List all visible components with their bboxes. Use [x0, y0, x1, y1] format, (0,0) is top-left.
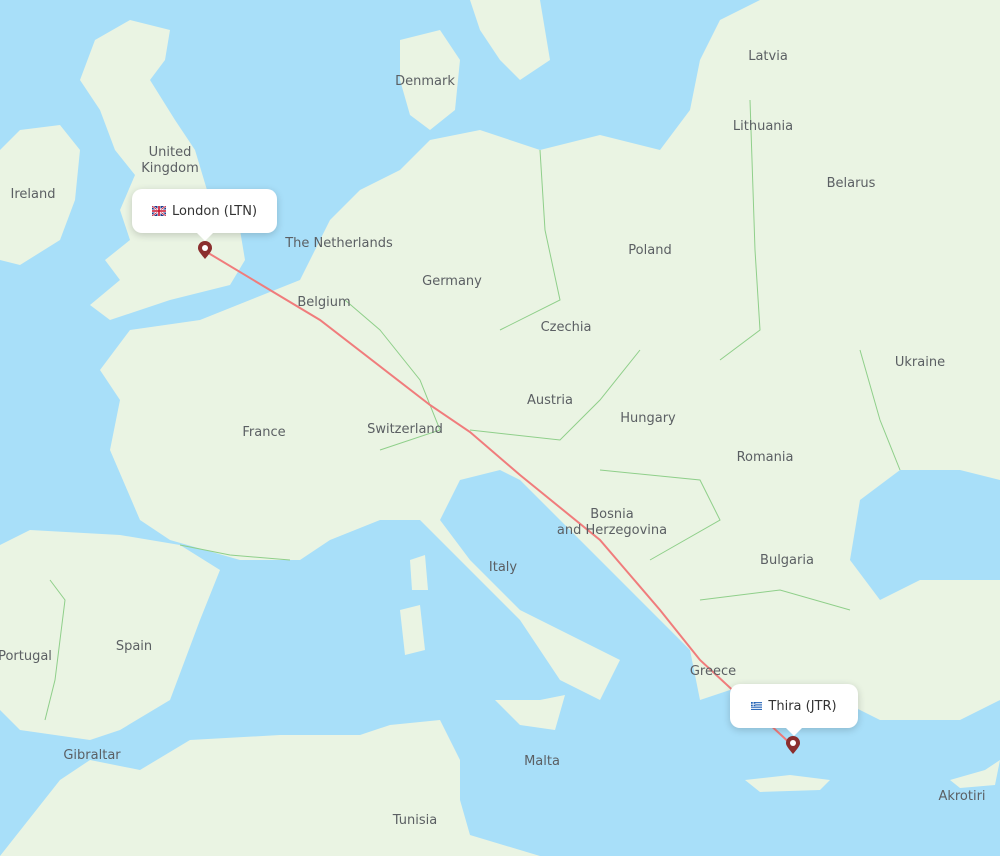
origin-airport-popup[interactable]: London (LTN) — [132, 189, 277, 241]
country-label-bosnia: Bosnia and Herzegovina — [556, 507, 668, 538]
country-label-portugal: Portugal — [0, 649, 52, 664]
destination-airport-popup[interactable]: Thira (JTR) — [730, 684, 858, 736]
origin-airport-label: London (LTN) — [171, 203, 258, 219]
country-label-malta: Malta — [524, 754, 560, 769]
country-label-netherlands: The Netherlands — [285, 236, 393, 251]
country-label-denmark: Denmark — [395, 74, 455, 89]
destination-airport-label: Thira (JTR) — [768, 698, 837, 714]
country-label-italy: Italy — [488, 560, 518, 575]
country-label-belgium: Belgium — [297, 295, 351, 310]
country-label-france: France — [242, 425, 286, 440]
country-label-greece: Greece — [689, 664, 737, 679]
country-label-austria: Austria — [527, 393, 573, 408]
country-label-switzerland: Switzerland — [367, 422, 443, 437]
country-label-poland: Poland — [628, 243, 672, 258]
country-label-belarus: Belarus — [826, 176, 876, 191]
country-label-ukraine: Ukraine — [894, 355, 946, 370]
country-label-spain: Spain — [115, 639, 153, 654]
country-label-bulgaria: Bulgaria — [760, 553, 814, 568]
destination-marker-icon[interactable] — [786, 736, 800, 754]
country-label-akrotiri: Akrotiri — [938, 789, 986, 804]
country-label-hungary: Hungary — [620, 411, 676, 426]
greece-flag-icon — [751, 702, 763, 710]
country-label-romania: Romania — [736, 450, 794, 465]
country-label-gibraltar: Gibraltar — [63, 748, 121, 763]
country-label-united-kingdom: United KingdomUnitedKingdom — [141, 145, 199, 176]
country-label-lithuania: Lithuania — [732, 119, 794, 134]
uk-flag-icon — [151, 206, 166, 216]
flight-route-map[interactable]: United KingdomUnitedKingdom Ireland Denm… — [0, 0, 1000, 856]
country-label-tunisia: Tunisia — [392, 813, 438, 828]
country-label-ireland: Ireland — [10, 187, 56, 202]
country-label-germany: Germany — [422, 274, 482, 289]
country-label-czechia: Czechia — [540, 320, 592, 335]
country-label-latvia: Latvia — [748, 49, 788, 64]
